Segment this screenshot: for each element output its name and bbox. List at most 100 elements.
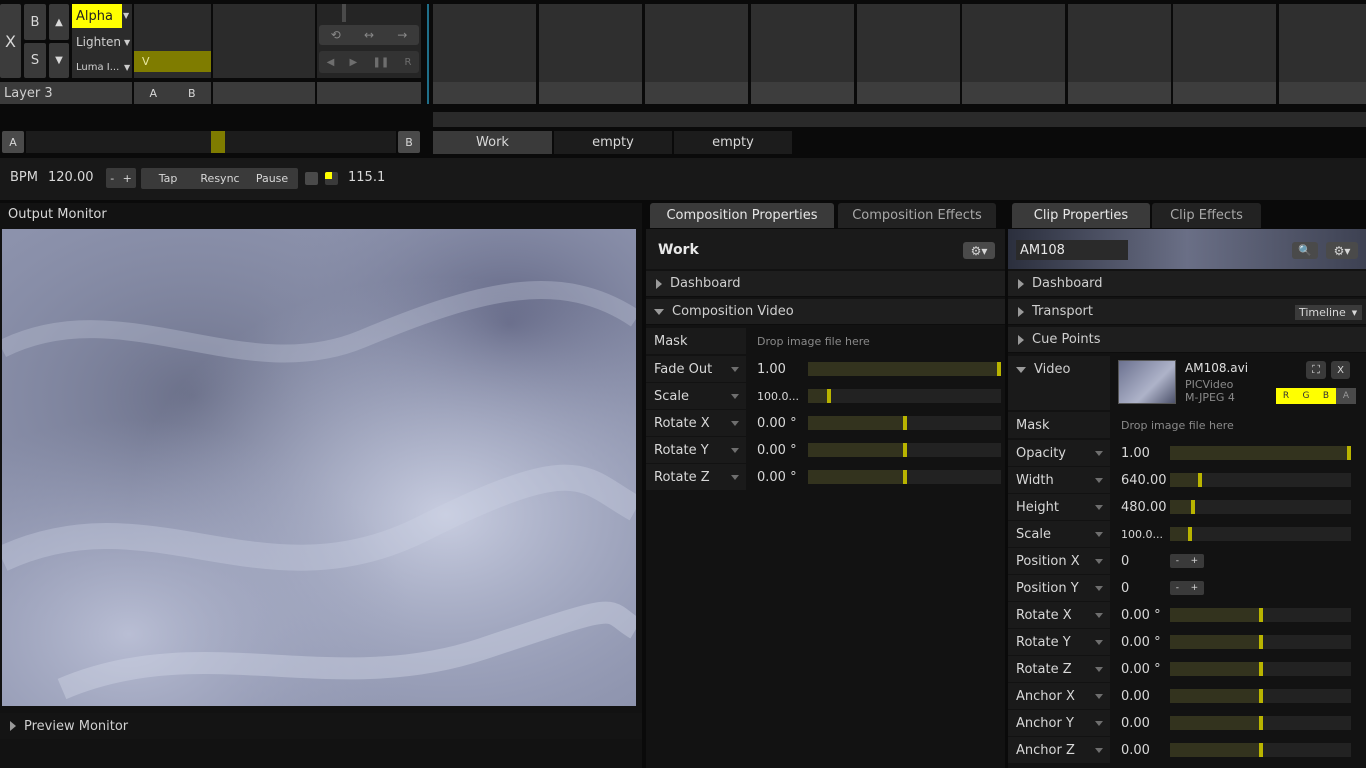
layer-solo-button[interactable]: S: [24, 43, 46, 78]
fullscreen-icon[interactable]: ⛶: [1306, 361, 1326, 379]
gear-icon[interactable]: ⚙▾: [963, 242, 995, 259]
slider-handle[interactable]: [1191, 500, 1195, 514]
param-stepper[interactable]: - +: [1170, 554, 1204, 568]
channel-g-button[interactable]: G: [1296, 388, 1316, 404]
slider-handle[interactable]: [903, 470, 907, 484]
crossfader-a-button[interactable]: A: [2, 131, 24, 153]
slider-handle[interactable]: [1259, 635, 1263, 649]
slider-handle[interactable]: [1198, 473, 1202, 487]
loop-icon[interactable]: ⟲ ↔ →: [319, 25, 419, 45]
param-slider[interactable]: [1170, 743, 1351, 757]
layer-bypass-button[interactable]: B: [24, 4, 46, 40]
clip-slot[interactable]: [1173, 4, 1276, 104]
chevron-down-icon[interactable]: [1095, 478, 1103, 483]
clip-slot[interactable]: [645, 4, 748, 104]
output-monitor-view[interactable]: [2, 229, 636, 706]
blend-mode-alpha[interactable]: Alpha: [72, 4, 122, 28]
chevron-down-icon[interactable]: [1095, 559, 1103, 564]
clip-thumbnail[interactable]: [1118, 360, 1176, 404]
clip-slot[interactable]: [962, 4, 1065, 104]
clip-slot[interactable]: [433, 4, 536, 104]
crossfader-handle[interactable]: [211, 131, 226, 153]
preview-monitor-bar[interactable]: Preview Monitor: [0, 713, 642, 739]
crossfader-b-button[interactable]: B: [398, 131, 420, 153]
chevron-down-icon[interactable]: [1095, 694, 1103, 699]
slider-handle[interactable]: [1259, 662, 1263, 676]
resync-button[interactable]: Resync: [196, 168, 244, 189]
layer-close-button[interactable]: X: [0, 4, 21, 78]
chevron-down-icon[interactable]: [731, 421, 739, 426]
clip-slot[interactable]: [857, 4, 960, 104]
clip-slot[interactable]: [1068, 4, 1171, 104]
layer-name[interactable]: Layer 3: [0, 82, 132, 104]
clip-slot[interactable]: [751, 4, 854, 104]
param-slider[interactable]: [1170, 608, 1351, 622]
param-slider[interactable]: [808, 470, 1001, 484]
slider-handle[interactable]: [903, 416, 907, 430]
param-slider[interactable]: [1170, 635, 1351, 649]
param-slider[interactable]: [1170, 446, 1351, 460]
slider-handle[interactable]: [1259, 608, 1263, 622]
chevron-down-icon[interactable]: [731, 367, 739, 372]
chevron-down-icon[interactable]: [1095, 748, 1103, 753]
chevron-down-icon[interactable]: [731, 448, 739, 453]
composition-dashboard-section[interactable]: Dashboard: [646, 271, 1005, 297]
play-fwd-icon[interactable]: ◀ ▶ ❚❚ R: [319, 51, 419, 73]
layer-move-up-button[interactable]: ▲: [49, 4, 69, 40]
gear-icon[interactable]: ⚙▾: [1326, 242, 1358, 259]
chevron-down-icon[interactable]: [1095, 586, 1103, 591]
layer-crossfade-a-button[interactable]: AB: [134, 82, 211, 104]
mask-drop-zone[interactable]: Drop image file here: [748, 328, 1005, 354]
param-slider[interactable]: [1170, 716, 1351, 730]
mask-drop-zone[interactable]: Drop image file here: [1112, 412, 1366, 438]
blend-mode-lighten[interactable]: Lighten: [76, 31, 124, 53]
slider-handle[interactable]: [1188, 527, 1192, 541]
tab-composition-effects[interactable]: Composition Effects: [838, 203, 996, 228]
channel-a-button[interactable]: A: [1336, 388, 1356, 404]
chevron-down-icon[interactable]: [731, 475, 739, 480]
clip-dashboard-section[interactable]: Dashboard: [1008, 271, 1366, 297]
pause-button[interactable]: Pause: [250, 168, 294, 189]
param-value[interactable]: 0: [1112, 548, 1366, 574]
tap-button[interactable]: Tap: [146, 168, 190, 189]
deck-tab-work[interactable]: Work: [433, 131, 552, 154]
param-slider[interactable]: [1170, 662, 1351, 676]
deck-tab-empty-1[interactable]: empty: [554, 131, 672, 154]
param-stepper[interactable]: - +: [1170, 581, 1204, 595]
slider-handle[interactable]: [1259, 689, 1263, 703]
layer-video-bar[interactable]: V: [134, 51, 211, 72]
param-slider[interactable]: [1170, 473, 1351, 487]
param-value[interactable]: 0: [1112, 575, 1366, 601]
bpm-value[interactable]: 120.00: [48, 170, 94, 185]
param-slider[interactable]: [808, 389, 1001, 403]
tab-composition-properties[interactable]: Composition Properties: [650, 203, 834, 228]
clip-video-close-button[interactable]: X: [1331, 361, 1350, 379]
clip-cue-points-section[interactable]: Cue Points: [1008, 327, 1366, 353]
slider-handle[interactable]: [1259, 743, 1263, 757]
slider-handle[interactable]: [903, 443, 907, 457]
metronome-checkbox[interactable]: [305, 172, 318, 185]
chevron-down-icon[interactable]: [1095, 721, 1103, 726]
param-slider[interactable]: [808, 443, 1001, 457]
channel-b-button[interactable]: B: [1316, 388, 1336, 404]
chevron-down-icon[interactable]: [1095, 532, 1103, 537]
param-slider[interactable]: [1170, 689, 1351, 703]
bpm-stepper[interactable]: - +: [106, 168, 136, 188]
transport-position-marker[interactable]: [342, 4, 346, 22]
chevron-down-icon[interactable]: [1095, 451, 1103, 456]
search-icon[interactable]: 🔍: [1292, 242, 1318, 259]
clip-slot[interactable]: [1279, 4, 1366, 104]
slider-handle[interactable]: [1347, 446, 1351, 460]
clip-name-input[interactable]: AM108: [1016, 240, 1128, 260]
chevron-down-icon[interactable]: [1095, 505, 1103, 510]
clip-slot[interactable]: [539, 4, 642, 104]
param-slider[interactable]: [1170, 527, 1351, 541]
deck-scrollbar[interactable]: [433, 112, 1366, 127]
transport-mode-select[interactable]: Timeline ▼: [1295, 305, 1362, 320]
layer-move-down-button[interactable]: ▼: [49, 43, 69, 78]
param-slider[interactable]: [808, 416, 1001, 430]
chevron-down-icon[interactable]: [1095, 613, 1103, 618]
channel-r-button[interactable]: R: [1276, 388, 1296, 404]
tab-clip-effects[interactable]: Clip Effects: [1152, 203, 1261, 228]
slider-handle[interactable]: [1259, 716, 1263, 730]
